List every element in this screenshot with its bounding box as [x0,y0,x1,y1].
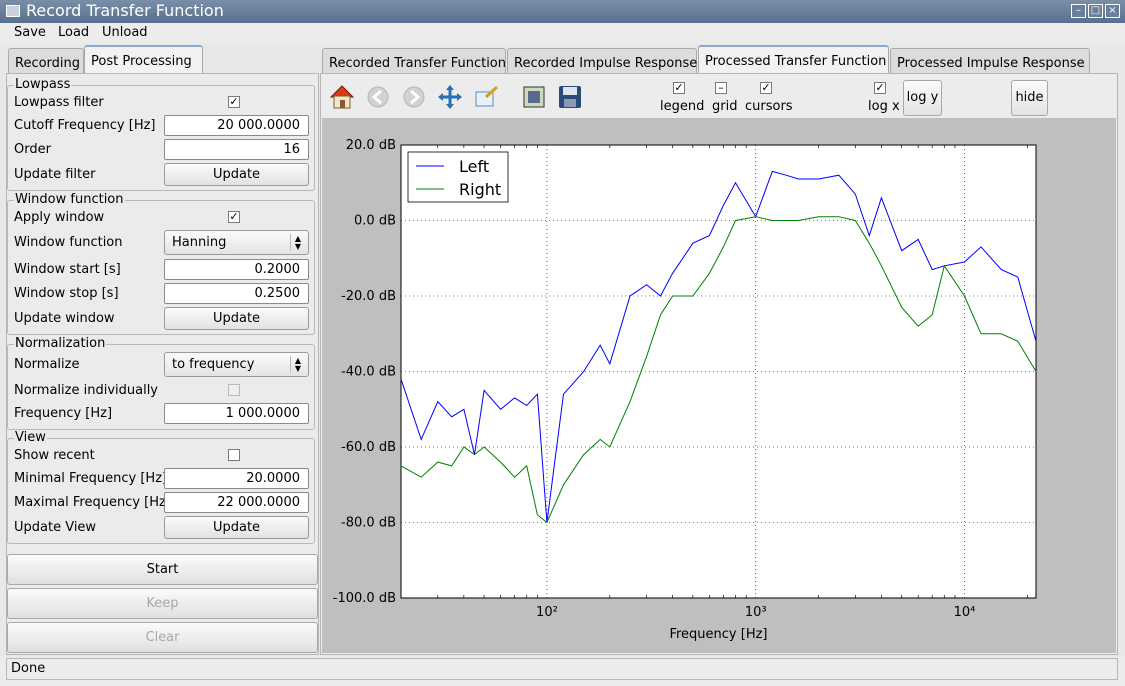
menu-unload[interactable]: Unload [102,25,148,40]
x-tick-label: 10⁴ [954,605,976,620]
updown-arrow-icon: ▲ ▼ [290,234,305,251]
logx-label: log x [868,99,900,114]
update-filter-label: Update filter [14,167,96,182]
back-icon[interactable] [364,83,392,111]
menu-save[interactable]: Save [14,25,46,40]
x-tick-label: 10³ [745,605,767,620]
y-tick-label: -40.0 dB [341,365,396,380]
plot-area [400,144,1037,599]
cutoff-frequency-label: Cutoff Frequency [Hz] [14,118,156,133]
show-recent-label: Show recent [14,448,95,463]
x-axis-label: Frequency [Hz] [669,627,767,642]
window-function-label: Window function [14,235,123,250]
pan-icon[interactable] [436,83,464,111]
update-view-button[interactable]: Update [164,516,309,539]
status-text: Done [6,658,1118,680]
max-frequency-field[interactable]: 22 000.0000 [164,492,309,513]
y-tick-label: 0.0 dB [354,214,396,229]
grid-label: grid [712,99,738,114]
forward-icon[interactable] [400,83,428,111]
frequency-label: Frequency [Hz] [14,406,113,421]
update-view-label: Update View [14,520,97,535]
update-filter-button[interactable]: Update [164,163,309,186]
save-figure-icon[interactable] [556,83,584,111]
show-recent-checkbox[interactable] [228,449,240,461]
title-bar[interactable]: Record Transfer Function – □ × [0,0,1125,23]
y-tick-label: -60.0 dB [341,440,396,455]
lowpass-title: Lowpass [14,77,72,92]
frequency-field[interactable]: 1 000.0000 [164,403,309,424]
logx-checkbox[interactable]: ✓ [874,82,886,94]
window-function-title: Window function [14,192,125,207]
legend-label: legend [660,99,705,114]
minimize-icon[interactable]: – [1071,4,1086,18]
tab-recorded-transfer-function[interactable]: Recorded Transfer Function [322,48,506,74]
tab-processed-transfer-function[interactable]: Processed Transfer Function [698,45,889,74]
configure-subplots-icon[interactable] [520,83,548,111]
cutoff-frequency-field[interactable]: 20 000.0000 [164,115,309,136]
menu-load[interactable]: Load [58,25,89,40]
window-start-label: Window start [s] [14,262,121,277]
cursors-label: cursors [745,99,793,114]
close-icon[interactable]: × [1105,4,1120,18]
x-tick-label: 10² [536,605,558,620]
tab-recorded-impulse-response[interactable]: Recorded Impulse Response [507,48,697,74]
legend-label: Right [459,180,501,199]
logy-button[interactable]: log y [903,80,942,116]
start-button[interactable]: Start [7,554,318,585]
apply-window-checkbox[interactable]: ✓ [228,211,240,223]
normalize-individually-checkbox[interactable] [228,384,240,396]
app-icon [6,5,20,17]
max-frequency-label: Maximal Frequency [Hz] [14,495,171,510]
y-tick-label: -20.0 dB [341,289,396,304]
menu-bar: Save Load Unload [0,23,1125,44]
legend-label: Left [459,157,489,176]
order-field[interactable]: 16 [164,139,309,160]
hide-button[interactable]: hide [1011,80,1048,116]
order-label: Order [14,142,51,157]
apply-window-label: Apply window [14,210,105,225]
min-frequency-label: Minimal Frequency [Hz] [14,471,168,486]
tab-recording[interactable]: Recording [8,48,84,74]
status-bar: Done [0,657,1125,686]
window-function-value: Hanning [172,235,227,250]
updown-arrow-icon: ▲ ▼ [290,356,305,373]
zoom-rect-icon[interactable] [472,83,500,111]
legend-checkbox[interactable]: ✓ [673,82,685,94]
lowpass-filter-checkbox[interactable]: ✓ [228,96,240,108]
clear-button[interactable]: Clear [7,622,318,653]
transfer-function-chart[interactable]: 20.0 dB 0.0 dB -20.0 dB -40.0 dB -60.0 dB -80… [322,118,1116,653]
y-tick-label: -100.0 dB [333,591,396,606]
window-title: Record Transfer Function [26,1,224,20]
window-function-select[interactable]: Hanning ▲ ▼ [164,230,309,255]
update-window-label: Update window [14,311,115,326]
normalization-title: Normalization [14,336,107,351]
window-start-field[interactable]: 0.2000 [164,259,309,280]
y-tick-label: 20.0 dB [346,138,396,153]
y-tick-label: -80.0 dB [341,516,396,531]
tab-processed-impulse-response[interactable]: Processed Impulse Response [890,48,1090,74]
view-title: View [14,430,47,445]
normalize-value: to frequency [172,357,255,372]
window-stop-field[interactable]: 0.2500 [164,283,309,304]
cursors-checkbox[interactable]: ✓ [760,82,772,94]
home-icon[interactable] [328,83,356,111]
update-window-button[interactable]: Update [164,307,309,330]
keep-button[interactable]: Keep [7,588,318,619]
tab-post-processing[interactable]: Post Processing [84,45,203,74]
min-frequency-field[interactable]: 20.0000 [164,468,309,489]
grid-checkbox[interactable]: – [715,82,727,94]
lowpass-filter-label: Lowpass filter [14,95,104,110]
normalize-select[interactable]: to frequency ▲ ▼ [164,352,309,377]
normalize-individually-label: Normalize individually [14,383,158,398]
window-stop-label: Window stop [s] [14,286,119,301]
normalize-label: Normalize [14,357,80,372]
maximize-icon[interactable]: □ [1088,4,1103,18]
